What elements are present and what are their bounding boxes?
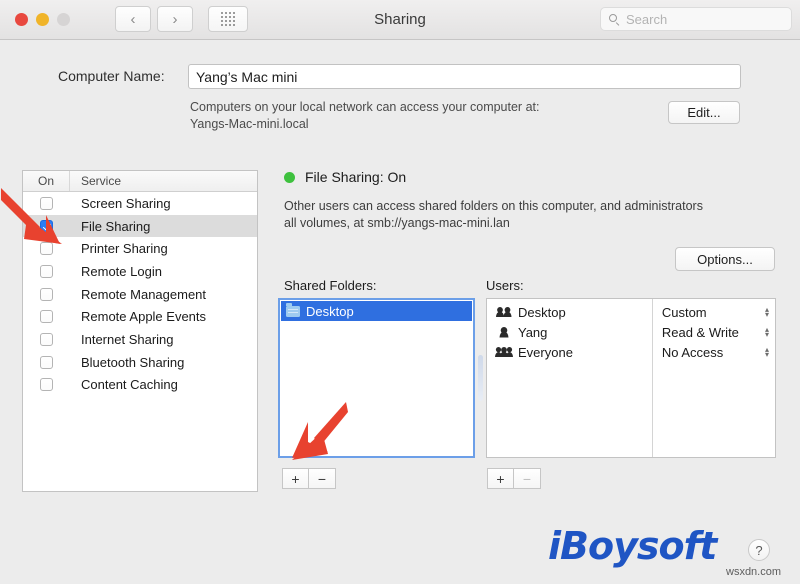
sharing-preferences-window: ‹ › Sharing Search Computer Name: Yang’s…	[0, 0, 800, 584]
service-checkbox-cell	[23, 378, 70, 392]
stepper-chevrons-icon: ▴ ▾	[764, 305, 769, 319]
panel-resize-handle[interactable]	[478, 355, 483, 401]
service-name: Printer Sharing	[81, 241, 168, 257]
service-checkbox-cell	[23, 310, 70, 324]
user-name: Desktop	[518, 304, 566, 320]
computer-name-value: Yang’s Mac mini	[196, 68, 298, 85]
remove-user-button[interactable]: −	[514, 468, 541, 489]
service-checkbox-cell	[23, 355, 70, 369]
status-indicator-dot	[284, 172, 295, 183]
shared-folders-label: Shared Folders:	[284, 278, 377, 293]
service-row[interactable]: Remote Apple Events	[23, 305, 257, 328]
stepper-chevrons-icon: ▴ ▾	[764, 345, 769, 359]
service-checkbox[interactable]	[40, 355, 53, 369]
service-checkbox[interactable]	[40, 332, 53, 346]
window-titlebar: ‹ › Sharing Search	[0, 0, 800, 40]
users-buttons: + −	[487, 468, 541, 489]
users-name-column: Desktop Yang Everyone	[487, 299, 652, 457]
service-row[interactable]: Printer Sharing	[23, 237, 257, 260]
user-name: Everyone	[518, 344, 573, 360]
search-icon	[609, 13, 620, 25]
service-row[interactable]: Remote Login	[23, 260, 257, 283]
description-line2: all volumes, at smb://yangs-mac-mini.lan	[284, 216, 510, 230]
service-checkbox-cell	[23, 196, 70, 210]
service-checkbox-cell	[23, 264, 70, 278]
group-icon	[495, 306, 513, 319]
add-user-button[interactable]: +	[487, 468, 514, 489]
permission-dropdown[interactable]: Custom ▴ ▾	[653, 302, 775, 322]
service-checkbox[interactable]	[40, 219, 53, 233]
service-row[interactable]: Internet Sharing	[23, 328, 257, 351]
users-list[interactable]: Desktop Yang Everyone Custom ▴ ▾ Read & Write…	[486, 298, 776, 458]
shared-folders-list[interactable]: Desktop	[278, 298, 475, 458]
remove-shared-folder-button[interactable]: −	[309, 468, 336, 489]
services-row-container: Screen Sharing File Sharing Printer Sharin…	[23, 192, 257, 396]
service-checkbox[interactable]	[40, 242, 53, 256]
permission-dropdown[interactable]: Read & Write ▴ ▾	[653, 322, 775, 342]
service-row[interactable]: Bluetooth Sharing	[23, 351, 257, 374]
service-name: Internet Sharing	[81, 331, 174, 347]
help-button[interactable]: ?	[748, 539, 770, 561]
service-name: Remote Login	[81, 263, 162, 279]
folder-icon	[286, 303, 300, 317]
service-checkbox[interactable]	[40, 310, 53, 324]
service-name: Bluetooth Sharing	[81, 354, 185, 370]
service-row[interactable]: Screen Sharing	[23, 192, 257, 215]
column-header-on: On	[23, 171, 70, 191]
shared-folders-buttons: + −	[282, 468, 336, 489]
service-row[interactable]: Remote Management	[23, 283, 257, 306]
service-checkbox[interactable]	[40, 196, 53, 210]
computer-name-label: Computer Name:	[58, 68, 165, 84]
edit-hostname-button[interactable]: Edit...	[668, 101, 740, 124]
permission-value: No Access	[661, 344, 724, 360]
service-name: Remote Management	[81, 286, 207, 302]
service-checkbox-cell	[23, 219, 70, 233]
search-field[interactable]: Search	[600, 7, 792, 31]
service-checkbox[interactable]	[40, 264, 53, 278]
file-sharing-status-title: File Sharing: On	[305, 169, 407, 185]
person-icon	[495, 326, 513, 339]
column-header-service: Service	[81, 174, 122, 188]
service-checkbox-cell	[23, 242, 70, 256]
service-name: Content Caching	[81, 377, 178, 393]
service-name: Remote Apple Events	[81, 309, 207, 325]
users-permission-column: Custom ▴ ▾ Read & Write ▴ ▾ No Access ▴ ▾	[651, 299, 775, 457]
user-row[interactable]: Everyone	[487, 342, 652, 362]
description-line1: Other users can access shared folders on…	[284, 199, 703, 213]
user-name: Yang	[518, 324, 548, 340]
service-name: Screen Sharing	[81, 195, 171, 211]
service-row[interactable]: File Sharing	[23, 214, 257, 238]
local-hostname-note-line1: Computers on your local network can acce…	[190, 100, 540, 114]
options-button[interactable]: Options...	[675, 247, 775, 271]
add-shared-folder-button[interactable]: +	[282, 468, 309, 489]
user-row[interactable]: Desktop	[487, 302, 652, 322]
file-sharing-description: Other users can access shared folders on…	[284, 198, 784, 232]
shared-folder-name: Desktop	[306, 303, 354, 319]
local-hostname-value: Yangs-Mac-mini.local	[190, 117, 309, 131]
service-checkbox[interactable]	[40, 287, 53, 301]
services-table: On Service Screen Sharing File Sharing Pri…	[22, 170, 258, 492]
computer-name-input[interactable]: Yang’s Mac mini	[188, 64, 741, 89]
shared-folder-row[interactable]: Desktop	[281, 301, 472, 321]
service-checkbox-cell	[23, 332, 70, 346]
permission-value: Read & Write	[661, 324, 739, 340]
service-checkbox-cell	[23, 287, 70, 301]
local-hostname-note: Computers on your local network can acce…	[190, 99, 660, 133]
service-name: File Sharing	[81, 218, 151, 234]
search-placeholder: Search	[626, 11, 668, 27]
users-label: Users:	[486, 278, 524, 293]
service-row[interactable]: Content Caching	[23, 374, 257, 397]
iboysoft-logo: iBoysoft	[548, 524, 717, 568]
permission-value: Custom	[661, 304, 707, 320]
services-table-header: On Service	[23, 171, 257, 192]
service-checkbox[interactable]	[40, 378, 53, 392]
permission-dropdown[interactable]: No Access ▴ ▾	[653, 342, 775, 362]
shared-folders-row-container: Desktop	[281, 301, 472, 321]
everyone-icon	[495, 346, 513, 359]
watermark: wsxdn.com	[726, 566, 782, 578]
user-row[interactable]: Yang	[487, 322, 652, 342]
stepper-chevrons-icon: ▴ ▾	[764, 325, 769, 339]
